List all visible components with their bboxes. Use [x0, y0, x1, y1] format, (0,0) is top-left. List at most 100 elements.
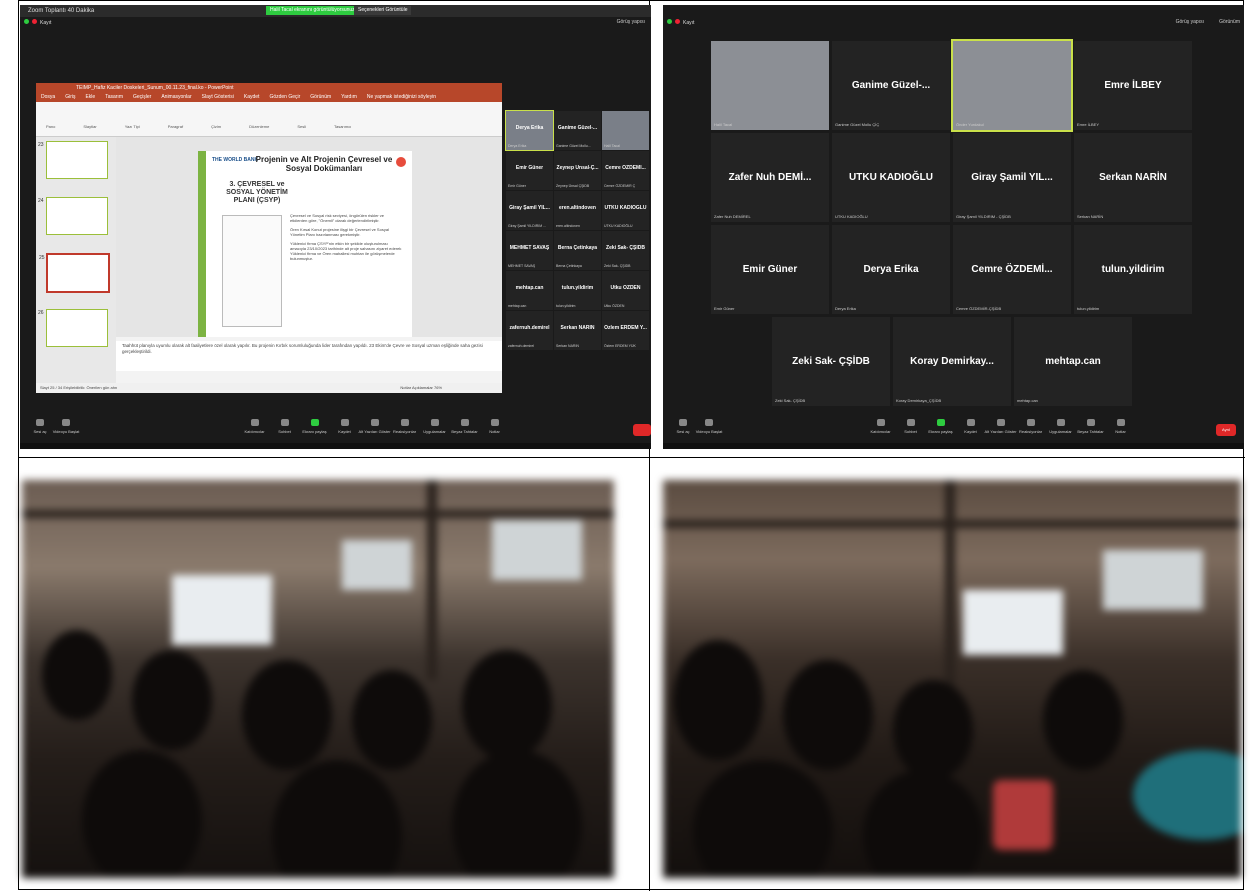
slide-bullet: Yüklenici firma ÇSYP'nin etkin bir şekil…	[290, 241, 402, 261]
ppt-tab[interactable]: Animasyonlar	[161, 94, 191, 100]
view-options-button[interactable]: Seçenekleri Görüntüle	[354, 6, 412, 15]
toolbar-button[interactable]: Videoyu Başlat	[46, 419, 86, 434]
participant-label: Serkan NARİN	[1077, 214, 1104, 219]
participant-label: Cemre ÖZDEMİR Ç	[604, 184, 636, 188]
ribbon-group-label: Sesli	[297, 124, 306, 129]
participant-tile[interactable]: Özlem ERDEM Y... Özlem ERDEM YÜK	[602, 311, 649, 350]
participant-tile[interactable]: Zeynep Ünsal-Ç... Zeynep Ünsal ÇŞİDB	[554, 151, 601, 190]
view-layout-button[interactable]: Görüş yapısı	[617, 19, 645, 25]
slide-thumbnail-selected[interactable]: 25	[39, 253, 110, 293]
participant-tile[interactable]: Serkan NARİN Serkan NARİN	[554, 311, 601, 350]
view-layout-button[interactable]: Görüş yapısı	[1176, 19, 1204, 25]
participant-tile[interactable]: zafernuh.demirel zafernuh.demirel	[506, 311, 553, 350]
participant-tile[interactable]: tulun.yildirim tulun.yildirim	[554, 271, 601, 310]
audience-head	[42, 630, 112, 720]
participant-tile[interactable]: Ganime Güzel-... Ganime Güzel Mollu...	[554, 111, 601, 150]
toolbar-icon	[430, 419, 439, 426]
participant-tile[interactable]: UTKU KADIOĞLU UTKU KADIOĞLU	[602, 191, 649, 230]
ribbon-group-label: Paragraf	[167, 124, 184, 129]
participant-tile[interactable]: Emir Güner Emir Güner	[711, 225, 829, 314]
participant-tile[interactable]: Koray Demirkay... Koray Demirkaya_ÇŞİDB	[893, 317, 1011, 406]
slide-thumbnail[interactable]: 23	[38, 141, 108, 179]
participant-tile[interactable]: Zeki Sak- ÇŞİDB Zeki Sak- ÇŞİDB	[602, 231, 649, 270]
participant-tile[interactable]: tulun.yildirim tulun.yildirim	[1074, 225, 1192, 314]
participant-tile[interactable]: Zeki Sak- ÇŞİDB Zeki Sak- ÇŞİDB	[772, 317, 890, 406]
participant-tile[interactable]: MEHMET SAVAŞ MEHMET SAVAŞ	[506, 231, 553, 270]
participant-tile[interactable]: Ganime Güzel-... Ganime Güzel Mollu ÇİÇ	[832, 41, 950, 130]
participant-tile[interactable]: Derya Erika Derya Erika	[832, 225, 950, 314]
ribbon-group-label: Düzenleme	[249, 124, 270, 129]
participant-tile[interactable]: UTKU KADIOĞLU UTKU KADIOĞLU	[832, 133, 950, 222]
ppt-tab[interactable]: Yardım	[341, 94, 357, 100]
ppt-ribbon: Pano Slaytlar Yazı Tipi Paragraf Çizim Düzenl…	[36, 102, 502, 137]
participant-name	[711, 41, 829, 130]
participant-name: Zeynep Ünsal-Ç...	[556, 165, 599, 171]
participant-tile[interactable]: Halil Tacal	[602, 111, 649, 150]
participant-label: Derya Erika	[835, 306, 856, 311]
audience-head	[272, 760, 402, 878]
audience-head	[893, 680, 973, 780]
participant-tile[interactable]: Emir Güner Emir Güner	[506, 151, 553, 190]
ppt-tab[interactable]: Kaydet	[244, 94, 260, 100]
slide-thumbnail[interactable]: 26	[38, 309, 108, 347]
ppt-tab[interactable]: Dosya	[41, 94, 55, 100]
projection-screen	[963, 590, 1063, 655]
audience-head	[462, 650, 552, 760]
ppt-tab[interactable]: Ne yapmak istediğinizi söyleyin	[367, 94, 436, 100]
participant-name: Zeki Sak- ÇŞİDB	[606, 245, 645, 251]
participant-tile[interactable]: Önder Yurdakul	[951, 39, 1073, 132]
participant-name: Ganime Güzel-...	[851, 80, 931, 91]
leave-button[interactable]	[633, 424, 651, 436]
ppt-tab[interactable]: Görünüm	[310, 94, 331, 100]
roof-pillar	[427, 480, 437, 680]
recording-indicator: Kayıt	[667, 19, 694, 26]
leave-button[interactable]: Ayrıl	[1216, 424, 1236, 436]
status-right: Notlar Açıklamalar 76%	[400, 385, 442, 390]
recording-label: Kayıt	[683, 20, 695, 26]
toolbar-button[interactable]: Videoyu Başlat	[689, 419, 729, 434]
participant-tile[interactable]: Berna Çetinkaya Berna Çetinkaya	[554, 231, 601, 270]
ppt-tab[interactable]: Geçişler	[133, 94, 151, 100]
participant-name: Ganime Güzel-...	[557, 125, 598, 131]
participant-tile[interactable]: Cemre ÖZDEMİ... Cemre ÖZDEMİR-ÇŞİDB	[953, 225, 1071, 314]
participant-tile[interactable]: Derya Erika Derya Erika	[505, 110, 554, 151]
toolbar-button[interactable]: Notlar	[1101, 419, 1141, 434]
participant-tile[interactable]: Giray Şamil YIL... Giray Şamil YILDIRIM .…	[506, 191, 553, 230]
zoom-screenshot-screen-share: Zoom Toplantı 40 Dakika Halil Tacal ekra…	[20, 5, 651, 449]
slide-number: 26	[38, 310, 44, 316]
slide-number: 23	[38, 142, 44, 148]
view-button[interactable]: Görünüm	[1219, 19, 1240, 25]
participant-label: Zafer Nuh DEMİREL	[714, 214, 751, 219]
ppt-tab[interactable]: Tasarım	[105, 94, 123, 100]
participant-tile[interactable]: Emre İLBEY Emre İLBEY	[1074, 41, 1192, 130]
participant-name: zafernuh.demirel	[509, 325, 550, 331]
participant-name: Derya Erika	[515, 125, 544, 131]
participant-tile[interactable]: Halil Tacal	[711, 41, 829, 130]
ppt-tab[interactable]: Gözden Geçir	[269, 94, 300, 100]
audience-head	[352, 670, 432, 770]
slide-bullet: Ören Kırsal Konut projesine ilişgi bir Ç…	[290, 227, 389, 237]
participant-tile[interactable]: mehtap.can mehtap.can	[506, 271, 553, 310]
toolbar-icon	[250, 419, 259, 426]
participant-tile[interactable]: eren.altindoven eren.altindoven	[554, 191, 601, 230]
toolbar-icon	[876, 419, 885, 426]
ppt-tab[interactable]: Ekle	[85, 94, 95, 100]
participant-name: UTKU KADIOĞLU	[604, 205, 647, 211]
toolbar-label: Videoyu Başlat	[695, 429, 723, 434]
participant-tile[interactable]: Zafer Nuh DEMİ... Zafer Nuh DEMİREL	[711, 133, 829, 222]
slide-thumbnail[interactable]: 24	[38, 197, 108, 235]
speaker-notes[interactable]: Taahhüt planıyla uyumlu olarak alt faali…	[116, 341, 502, 371]
toolbar-icon	[490, 419, 499, 426]
participant-tile[interactable]: Cemre ÖZDEMİ... Cemre ÖZDEMİR Ç	[602, 151, 649, 190]
ppt-tab[interactable]: Slayt Gösterisi	[202, 94, 234, 100]
share-notice: Halil Tacal ekranını görüntülüyorsunuz	[266, 6, 359, 15]
participant-tile[interactable]: mehtap.can mehtap.can	[1014, 317, 1132, 406]
ppt-tab[interactable]: Giriş	[65, 94, 75, 100]
toolbar-button[interactable]: Notlar	[475, 419, 515, 434]
audience-head	[783, 660, 873, 770]
slide-number: 25	[39, 255, 45, 261]
participant-tile[interactable]: Serkan NARİN Serkan NARİN	[1074, 133, 1192, 222]
participant-tile[interactable]: Utku ÖZDEN Utku ÖZDEN	[602, 271, 649, 310]
participant-tile[interactable]: Giray Şamil YIL... Giray Şamil YILDIRIM -…	[953, 133, 1071, 222]
projection-screen	[172, 575, 272, 645]
